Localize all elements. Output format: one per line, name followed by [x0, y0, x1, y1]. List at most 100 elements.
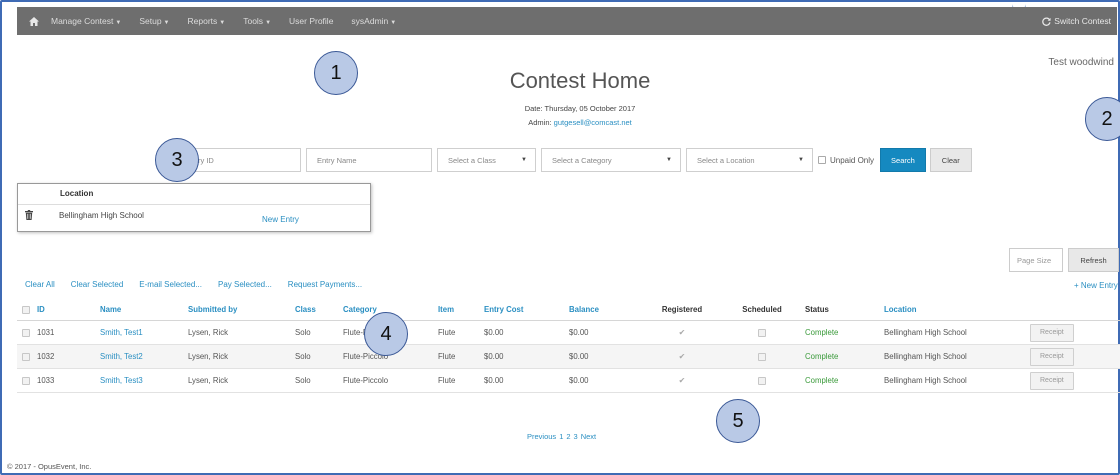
entry-name-link[interactable]: Smith, Test3	[100, 369, 143, 392]
nav-sysadmin[interactable]: sysAdmin ▼	[351, 16, 396, 26]
entry-class: Solo	[295, 376, 311, 385]
class-select[interactable]: Select a Class ▼	[437, 148, 536, 172]
caret-down-icon: ▼	[219, 20, 226, 26]
column-header-class[interactable]: Class	[295, 299, 316, 320]
location-select[interactable]: Select a Location ▼	[686, 148, 813, 172]
entry-class: Solo	[295, 352, 311, 361]
receipt-cell: Receipt	[1030, 369, 1074, 392]
nav-setup[interactable]: Setup ▼	[139, 16, 169, 26]
scheduled-checkbox	[732, 321, 792, 344]
row-checkbox[interactable]	[22, 369, 30, 392]
admin-email-link[interactable]: gutgesell@comcast.net	[554, 118, 632, 127]
entry-balance: $0.00	[569, 328, 589, 337]
checkbox-icon[interactable]	[22, 328, 30, 337]
location-new-entry-link[interactable]: New Entry	[262, 215, 299, 224]
entry-location: Bellingham High School	[884, 352, 967, 361]
entry-name-link[interactable]: Smith, Test1	[100, 321, 143, 344]
location-select-label: Select a Location	[697, 155, 755, 165]
pay-selected-link[interactable]: Pay Selected...	[218, 280, 272, 289]
column-header-id[interactable]: ID	[37, 299, 45, 320]
registered-checkbox: ✔	[652, 321, 712, 344]
pagination-previous[interactable]: Previous	[527, 432, 556, 441]
search-button[interactable]: Search	[880, 148, 926, 172]
receipt-button[interactable]: Receipt	[1030, 371, 1074, 390]
request-payments-link[interactable]: Request Payments...	[288, 280, 362, 289]
entries-table: ID Name Submitted by Class Category Item…	[17, 299, 1120, 393]
entry-category: Flute-Piccolo	[343, 376, 389, 385]
refresh-icon	[1042, 17, 1051, 26]
entry-id: 1031	[37, 328, 55, 337]
pagination-page-3[interactable]: 3	[574, 432, 578, 441]
nav-tools[interactable]: Tools ▼	[243, 16, 271, 26]
callout-marker: 3	[155, 138, 199, 182]
new-entry-link[interactable]: + New Entry	[1074, 281, 1118, 290]
unpaid-only-checkbox[interactable]: Unpaid Only	[818, 156, 874, 165]
chevron-down-icon: ▼	[798, 157, 804, 163]
entry-id: 1032	[37, 352, 55, 361]
switch-contest-label: Switch Contest	[1054, 16, 1111, 26]
clear-all-link[interactable]: Clear All	[25, 280, 55, 289]
column-header-status: Status	[805, 305, 829, 314]
column-header-item[interactable]: Item	[438, 299, 454, 320]
nav-manage-contest[interactable]: Manage Contest ▼	[51, 16, 121, 26]
receipt-button[interactable]: Receipt	[1030, 323, 1074, 342]
check-icon: ✔	[678, 376, 686, 385]
page-size-input[interactable]: Page Size	[1009, 248, 1063, 272]
checkbox-icon[interactable]	[818, 156, 826, 164]
column-header-location[interactable]: Location	[884, 299, 917, 320]
column-header-name[interactable]: Name	[100, 299, 121, 320]
nav-user-profile[interactable]: User Profile	[289, 16, 333, 26]
select-all-checkbox[interactable]	[22, 299, 30, 320]
current-user-name: Test woodwind	[1048, 57, 1114, 68]
table-header-row: ID Name Submitted by Class Category Item…	[17, 299, 1120, 321]
caret-down-icon: ▼	[265, 20, 272, 26]
location-popup-header: Location	[60, 189, 94, 198]
entry-location: Bellingham High School	[884, 376, 967, 385]
entry-name-input[interactable]: Entry Name	[306, 148, 432, 172]
entry-id-input[interactable]: ry ID	[187, 148, 301, 172]
column-header-entry-cost[interactable]: Entry Cost	[484, 299, 523, 320]
chevron-down-icon: ▼	[666, 157, 672, 163]
email-selected-link[interactable]: E-mail Selected...	[139, 280, 202, 289]
entry-location: Bellingham High School	[884, 328, 967, 337]
admin-label: Admin:	[528, 118, 554, 127]
clear-selected-link[interactable]: Clear Selected	[71, 280, 123, 289]
row-checkbox[interactable]	[22, 345, 30, 368]
check-icon: ✔	[678, 352, 686, 361]
receipt-cell: Receipt	[1030, 321, 1074, 344]
entry-item: Flute	[438, 376, 456, 385]
row-checkbox[interactable]	[22, 321, 30, 344]
column-header-balance[interactable]: Balance	[569, 299, 599, 320]
home-icon[interactable]	[17, 16, 51, 26]
receipt-button[interactable]: Receipt	[1030, 347, 1074, 366]
entry-name-link[interactable]: Smith, Test2	[100, 345, 143, 368]
checkbox-icon[interactable]	[22, 305, 30, 314]
pagination-page-2[interactable]: 2	[566, 432, 570, 441]
table-row: 1031 Smith, Test1 Lysen, Rick Solo Flute…	[17, 321, 1120, 345]
caret-down-icon: ▼	[115, 20, 122, 26]
location-popup: Location Bellingham High School New Entr…	[17, 183, 371, 232]
pagination-page-1[interactable]: 1	[559, 432, 563, 441]
checkbox-icon	[758, 328, 766, 337]
column-header-submitted-by[interactable]: Submitted by	[188, 299, 237, 320]
unpaid-only-label: Unpaid Only	[830, 155, 875, 165]
checkbox-icon[interactable]	[22, 376, 30, 385]
nav-reports[interactable]: Reports ▼	[188, 16, 226, 26]
scheduled-checkbox	[732, 369, 792, 392]
column-header-scheduled: Scheduled	[742, 305, 782, 314]
refresh-button[interactable]: Refresh	[1068, 248, 1119, 272]
switch-contest-link[interactable]: Switch Contest	[1042, 16, 1111, 26]
submitted-by: Lysen, Rick	[188, 328, 229, 337]
pagination-next[interactable]: Next	[581, 432, 596, 441]
trash-icon[interactable]	[25, 210, 33, 222]
callout-marker: 2	[1085, 97, 1120, 141]
page-title: Contest Home	[509, 68, 651, 93]
checkbox-icon[interactable]	[22, 352, 30, 361]
clear-button[interactable]: Clear	[929, 148, 972, 172]
location-name: Bellingham High School	[59, 211, 144, 220]
callout-marker: 1	[314, 51, 358, 95]
search-bar: ry ID Entry Name Select a Class ▼ Select …	[187, 148, 972, 172]
status-badge: Complete	[805, 376, 839, 385]
pagination: Previous 1 2 3 Next	[527, 432, 596, 441]
category-select[interactable]: Select a Category ▼	[541, 148, 681, 172]
